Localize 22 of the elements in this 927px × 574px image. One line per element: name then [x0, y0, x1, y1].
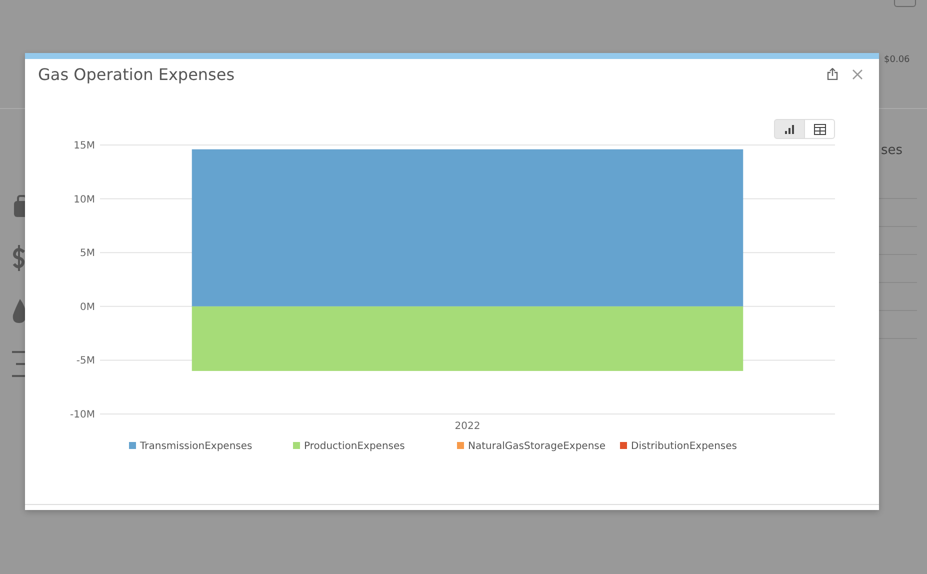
table-icon [814, 124, 826, 134]
bar-chart-icon [784, 124, 795, 134]
legend-label[interactable]: TransmissionExpenses [140, 441, 252, 452]
legend-label[interactable]: DistributionExpenses [631, 441, 737, 452]
axis-tick-label: -10M [70, 410, 95, 420]
dollar-icon [12, 245, 26, 271]
axis-tick-label: 10M [74, 194, 95, 206]
axis-tick-label: 15M [74, 140, 95, 152]
list-icon [12, 351, 26, 377]
axis-tick-label: 5M [80, 248, 95, 260]
dialog-title: Gas Operation Expenses [38, 64, 236, 84]
table-view-toggle[interactable] [804, 119, 835, 139]
close-button[interactable] [852, 68, 863, 80]
section-heading: ses [881, 143, 903, 158]
legend-label[interactable]: NaturalGasStorageExpense [468, 441, 606, 452]
price-text: $0.06 [884, 55, 910, 65]
share-button[interactable] [827, 68, 838, 80]
axis-tick-label: -5M [76, 356, 95, 367]
axis-category-label: 2022 [454, 421, 480, 432]
chart-view-toggle[interactable] [774, 119, 805, 139]
axis-tick-label: 0M [80, 302, 95, 313]
legend-label[interactable]: ProductionExpenses [304, 441, 405, 452]
